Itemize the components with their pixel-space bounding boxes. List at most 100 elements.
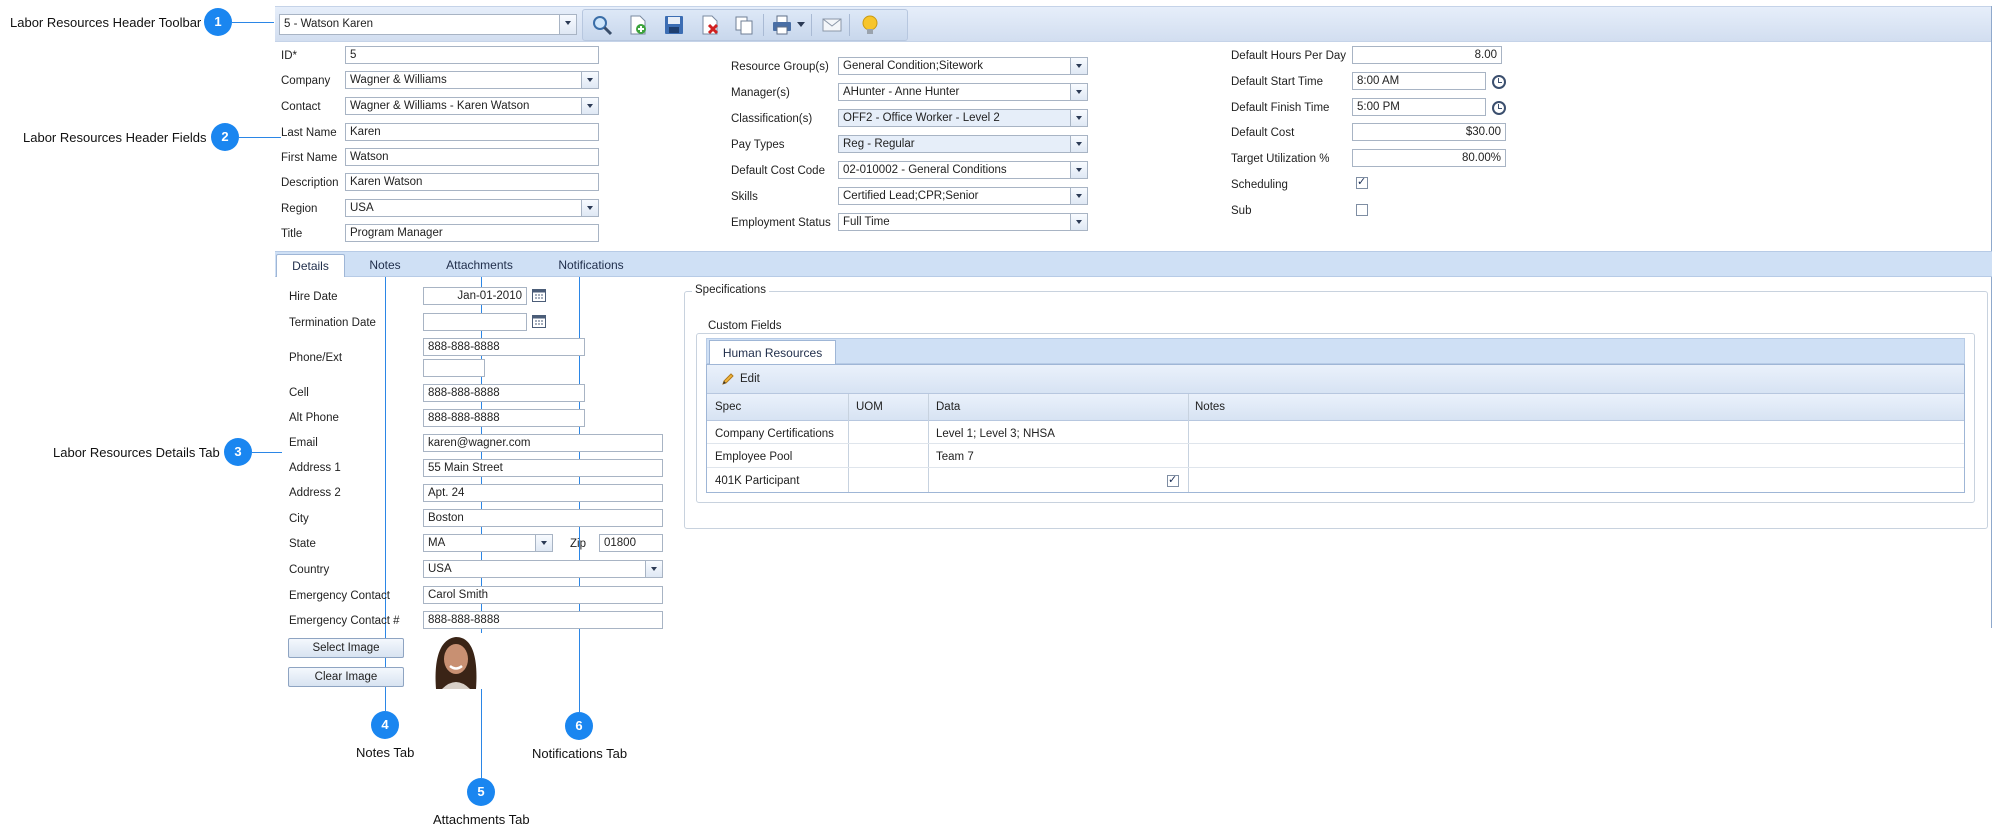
search-button[interactable] [589, 14, 615, 36]
email-button[interactable] [819, 14, 845, 36]
clear-image-button[interactable]: Clear Image [288, 667, 404, 687]
alt-phone-field[interactable]: 888-888-8888 [423, 409, 585, 427]
resource-group-label: Resource Group(s) [731, 61, 829, 73]
city-label: City [289, 513, 309, 525]
tab-attachments[interactable]: Attachments [428, 254, 531, 276]
print-options-button[interactable] [795, 14, 807, 36]
employment-status-select[interactable]: Full Time [838, 213, 1088, 231]
select-image-button[interactable]: Select Image [288, 638, 404, 658]
add-button[interactable] [625, 14, 651, 36]
skills-select[interactable]: Certified Lead;CPR;Senior [838, 187, 1088, 205]
last-name-field[interactable]: Karen [345, 123, 599, 141]
emergency-contact-field[interactable]: Carol Smith [423, 586, 663, 604]
chevron-down-icon[interactable] [535, 535, 552, 551]
sub-checkbox[interactable] [1356, 204, 1368, 216]
default-cost-field[interactable]: $30.00 [1352, 123, 1506, 141]
termination-date-field[interactable] [423, 313, 527, 331]
delete-icon [702, 15, 719, 35]
company-select[interactable]: Wagner & Williams [345, 71, 599, 89]
401k-participant-checkbox[interactable] [1167, 473, 1179, 487]
form-right-border [1991, 6, 1992, 628]
manager-select[interactable]: AHunter - Anne Hunter [838, 83, 1088, 101]
chevron-down-icon[interactable] [581, 72, 598, 88]
default-finish-field[interactable]: 5:00 PM [1352, 98, 1486, 116]
classification-label: Classification(s) [731, 113, 813, 125]
column-header-notes[interactable]: Notes [1195, 401, 1225, 413]
data-cell[interactable]: Team 7 [936, 451, 974, 463]
delete-button[interactable] [697, 14, 723, 36]
target-utilization-field[interactable]: 80.00% [1352, 149, 1506, 167]
row-divider [707, 443, 1964, 444]
id-field[interactable]: 5 [345, 46, 599, 64]
tab-details[interactable]: Details [276, 254, 345, 277]
state-value: MA [428, 537, 446, 549]
email-icon [822, 18, 842, 32]
clock-icon[interactable] [1492, 75, 1506, 89]
default-cost-label: Default Cost [1231, 127, 1295, 139]
title-label: Title [281, 228, 303, 240]
address2-field[interactable]: Apt. 24 [423, 484, 663, 502]
tab-human-resources[interactable]: Human Resources [709, 340, 836, 364]
sub-label: Sub [1231, 205, 1252, 217]
tab-notes[interactable]: Notes [353, 254, 417, 276]
company-label: Company [281, 75, 331, 87]
chevron-down-icon[interactable] [645, 561, 662, 577]
chevron-down-icon[interactable] [1070, 162, 1087, 178]
column-header-uom[interactable]: UOM [856, 401, 883, 413]
chevron-down-icon[interactable] [1070, 84, 1087, 100]
edit-button[interactable]: Edit [721, 371, 760, 387]
scheduling-checkbox[interactable] [1356, 175, 1368, 189]
chevron-down-icon[interactable] [559, 15, 576, 34]
emergency-contact-number-field[interactable]: 888-888-8888 [423, 611, 663, 629]
chevron-down-icon[interactable] [581, 98, 598, 114]
hire-date-field[interactable]: Jan-01-2010 [423, 287, 527, 305]
zip-field[interactable]: 01800 [599, 534, 663, 552]
region-select[interactable]: USA [345, 199, 599, 217]
first-name-label: First Name [281, 152, 338, 164]
profile-photo [428, 633, 482, 689]
phone-field[interactable]: 888-888-8888 [423, 338, 585, 356]
calendar-icon[interactable] [532, 288, 546, 302]
chevron-down-icon[interactable] [1070, 214, 1087, 230]
chevron-down-icon[interactable] [1070, 110, 1087, 126]
resource-group-select[interactable]: General Condition;Sitework [838, 57, 1088, 75]
calendar-icon[interactable] [532, 314, 546, 328]
print-button[interactable] [769, 14, 795, 36]
chevron-down-icon[interactable] [1070, 188, 1087, 204]
default-start-field[interactable]: 8:00 AM [1352, 72, 1486, 90]
callout-badge-5: 5 [467, 778, 495, 806]
callout-badge-3: 3 [224, 438, 252, 466]
grid-toolbar [707, 365, 1964, 394]
cell-field[interactable]: 888-888-8888 [423, 384, 585, 402]
column-header-data[interactable]: Data [936, 401, 960, 413]
record-select[interactable]: 5 - Watson Karen [279, 14, 577, 35]
address1-field[interactable]: 55 Main Street [423, 459, 663, 477]
description-field[interactable]: Karen Watson [345, 173, 599, 191]
resource-group-value: General Condition;Sitework [843, 60, 983, 72]
contact-select[interactable]: Wagner & Williams - Karen Watson [345, 97, 599, 115]
copy-button[interactable] [731, 14, 757, 36]
data-cell[interactable]: Level 1; Level 3; NHSA [936, 428, 1055, 440]
column-header-spec[interactable]: Spec [715, 401, 741, 413]
address2-label: Address 2 [289, 487, 341, 499]
tab-notifications[interactable]: Notifications [536, 254, 646, 276]
first-name-field[interactable]: Watson [345, 148, 599, 166]
clock-icon[interactable] [1492, 101, 1506, 115]
pay-types-select[interactable]: Reg - Regular [838, 135, 1088, 153]
tips-button[interactable] [857, 14, 883, 36]
cost-code-select[interactable]: 02-010002 - General Conditions [838, 161, 1088, 179]
ext-field[interactable] [423, 359, 485, 377]
country-select[interactable]: USA [423, 560, 663, 578]
city-field[interactable]: Boston [423, 509, 663, 527]
chevron-down-icon[interactable] [1070, 58, 1087, 74]
description-label: Description [281, 177, 339, 189]
default-hours-field[interactable]: 8.00 [1352, 46, 1502, 64]
state-select[interactable]: MA [423, 534, 553, 552]
save-button[interactable] [661, 14, 687, 36]
chevron-down-icon[interactable] [581, 200, 598, 216]
email-field[interactable]: karen@wagner.com [423, 434, 663, 452]
chevron-down-icon[interactable] [1070, 136, 1087, 152]
title-field[interactable]: Program Manager [345, 224, 599, 242]
classification-select[interactable]: OFF2 - Office Worker - Level 2 [838, 109, 1088, 127]
manager-label: Manager(s) [731, 87, 790, 99]
